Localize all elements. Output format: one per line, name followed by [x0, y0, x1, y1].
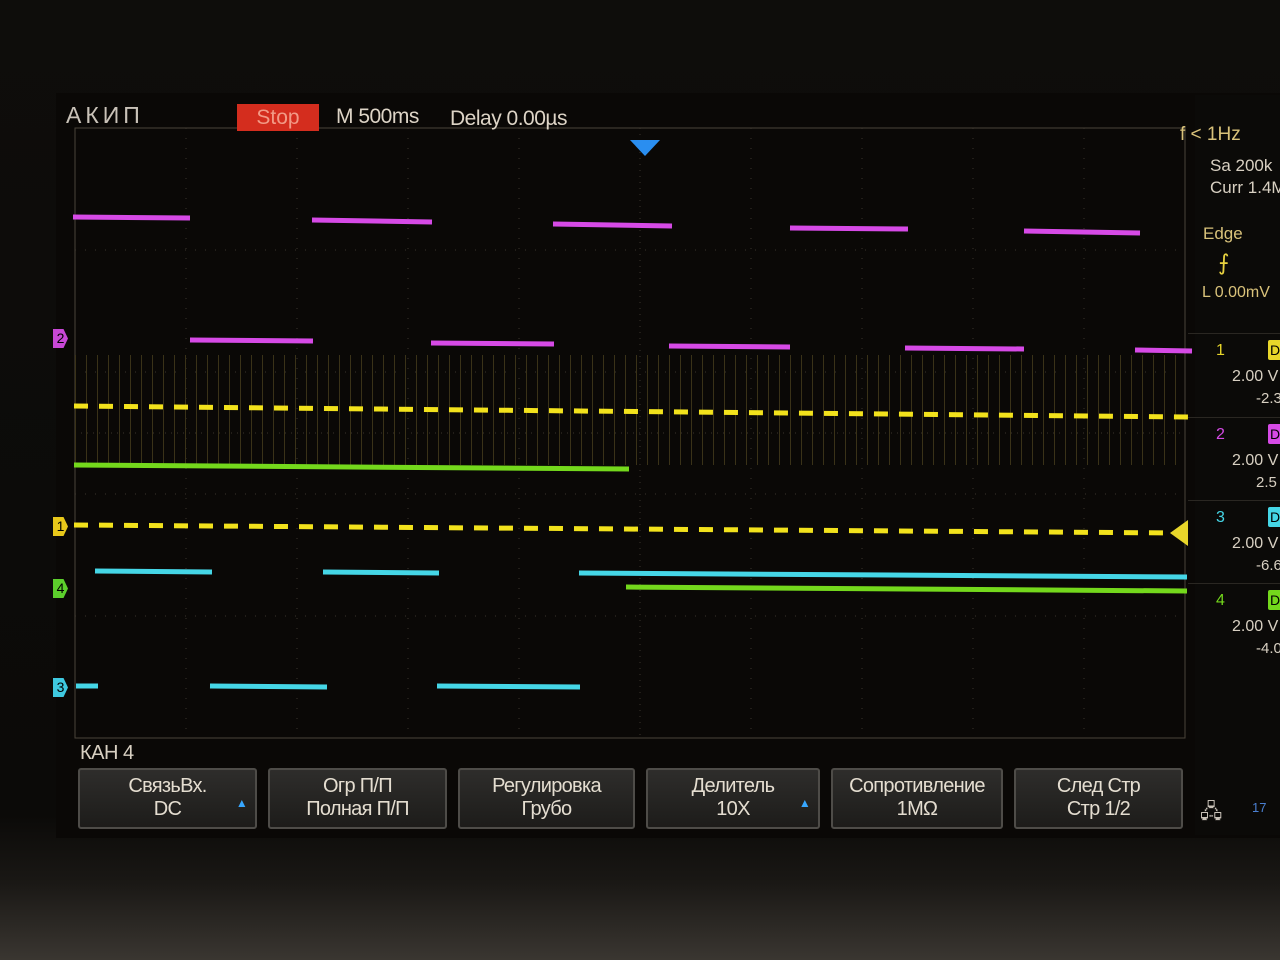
channel-offset: -4.0	[1256, 640, 1280, 657]
volts-per-div: 2.00 V	[1232, 368, 1279, 385]
softkey-value: Стр 1/2	[1066, 798, 1131, 820]
softkey-3[interactable]: Регулировка Грубо	[458, 768, 635, 829]
channel-panel-4[interactable]: 4 D 2.00 V -4.0	[1188, 583, 1280, 664]
ch1-trace-upper	[73, 403, 1191, 420]
up-arrow-icon: ▲	[235, 796, 248, 810]
softkey-value: 1MΩ	[896, 798, 938, 820]
graticule	[74, 127, 1186, 739]
network-icon: 🖧	[1200, 801, 1223, 823]
channel-offset: -2.3	[1256, 390, 1280, 407]
brand-logo: АКИП	[66, 102, 144, 128]
trigger-level-readout: L 0.00mV	[1202, 284, 1270, 301]
softkey-label: Сопротивление	[849, 775, 985, 797]
softkey-label: СвязьВх.	[128, 775, 207, 797]
usb-indicator: 17	[1252, 800, 1267, 815]
softkey-1[interactable]: СвязьВх. DC ▲	[78, 768, 257, 829]
softkey-value: 10X	[716, 798, 750, 820]
timebase-readout: M 500ms	[336, 105, 419, 128]
channel-number: 4	[1216, 592, 1225, 609]
volts-per-div: 2.00 V	[1232, 452, 1279, 469]
ch1-trace-lower	[73, 522, 1181, 536]
coupling-badge: D	[1268, 507, 1280, 527]
channel-offset: 2.5	[1256, 474, 1277, 491]
softkey-label: Регулировка	[492, 775, 601, 797]
coupling-badge: D	[1268, 424, 1280, 444]
channel-panel-2[interactable]: 2 D 2.00 V 2.5	[1188, 417, 1280, 498]
channel-number: 3	[1216, 509, 1225, 526]
ch2-trace	[72, 214, 1193, 354]
delay-readout: Delay 0.00µs	[450, 107, 568, 130]
sample-rate-readout: Sa 200k	[1210, 156, 1273, 175]
softkey-4[interactable]: Делитель 10X ▲	[646, 768, 820, 829]
menu-title: КАН 4	[80, 742, 134, 764]
channel-panel-3[interactable]: 3 D 2.00 V -6.6	[1188, 500, 1280, 581]
softkey-label: След Стр	[1056, 775, 1141, 797]
channel-offset: -6.6	[1256, 557, 1280, 574]
channel-panel-1[interactable]: 1 D 2.00 V -2.3	[1188, 333, 1280, 414]
softkey-5[interactable]: Сопротивление 1MΩ	[831, 768, 1003, 829]
softkey-label: Делитель	[691, 775, 775, 797]
ch4-trace-high	[73, 462, 630, 472]
channel-number: 2	[1216, 426, 1225, 443]
frequency-readout: f < 1Hz	[1180, 124, 1241, 145]
softkey-value: DC	[153, 798, 182, 820]
run-stop-status[interactable]: Stop	[237, 104, 319, 131]
softkey-6[interactable]: След Стр Стр 1/2	[1014, 768, 1183, 829]
volts-per-div: 2.00 V	[1232, 618, 1279, 635]
trigger-position-marker[interactable]	[630, 140, 660, 156]
softkey-label: Огр П/П	[323, 775, 393, 797]
coupling-badge: D	[1268, 590, 1280, 610]
channel-number: 1	[1216, 342, 1225, 359]
softkey-value: Грубо	[521, 798, 573, 820]
trigger-type: Edge	[1203, 224, 1243, 243]
coupling-badge: D	[1268, 340, 1280, 360]
softkey-2[interactable]: Огр П/П Полная П/П	[268, 768, 447, 829]
memory-depth-readout: Curr 1.4M	[1210, 178, 1280, 197]
rising-edge-icon: ⨍	[1218, 250, 1230, 275]
up-arrow-icon: ▲	[798, 796, 811, 810]
softkey-value: Полная П/П	[306, 798, 409, 820]
trigger-level-marker[interactable]	[1170, 520, 1188, 546]
ch4-trace-low	[625, 584, 1188, 594]
volts-per-div: 2.00 V	[1232, 535, 1279, 552]
